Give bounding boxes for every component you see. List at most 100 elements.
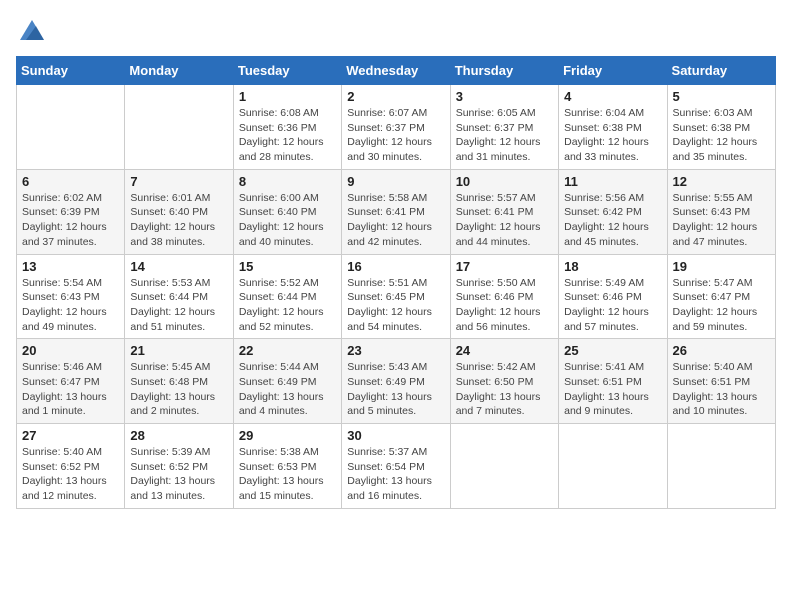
day-number: 23	[347, 343, 444, 358]
day-number: 21	[130, 343, 227, 358]
day-number: 22	[239, 343, 336, 358]
day-detail: Sunrise: 5:49 AM Sunset: 6:46 PM Dayligh…	[564, 276, 661, 335]
calendar-cell: 19 Sunrise: 5:47 AM Sunset: 6:47 PM Dayli…	[667, 254, 775, 339]
day-detail: Sunrise: 5:47 AM Sunset: 6:47 PM Dayligh…	[673, 276, 770, 335]
day-number: 28	[130, 428, 227, 443]
day-number: 9	[347, 174, 444, 189]
calendar-cell	[125, 85, 233, 170]
day-detail: Sunrise: 5:56 AM Sunset: 6:42 PM Dayligh…	[564, 191, 661, 250]
day-detail: Sunrise: 5:39 AM Sunset: 6:52 PM Dayligh…	[130, 445, 227, 504]
day-number: 1	[239, 89, 336, 104]
day-detail: Sunrise: 5:43 AM Sunset: 6:49 PM Dayligh…	[347, 360, 444, 419]
logo-icon	[18, 16, 46, 44]
calendar-cell	[17, 85, 125, 170]
calendar-cell: 11 Sunrise: 5:56 AM Sunset: 6:42 PM Dayli…	[559, 169, 667, 254]
day-detail: Sunrise: 5:55 AM Sunset: 6:43 PM Dayligh…	[673, 191, 770, 250]
calendar-cell: 9 Sunrise: 5:58 AM Sunset: 6:41 PM Daylig…	[342, 169, 450, 254]
calendar-cell: 7 Sunrise: 6:01 AM Sunset: 6:40 PM Daylig…	[125, 169, 233, 254]
day-number: 27	[22, 428, 119, 443]
calendar-cell: 29Sunrise: 5:38 AM Sunset: 6:53 PM Dayli…	[233, 424, 341, 509]
day-number: 7	[130, 174, 227, 189]
day-detail: Sunrise: 5:42 AM Sunset: 6:50 PM Dayligh…	[456, 360, 553, 419]
calendar-cell: 15 Sunrise: 5:52 AM Sunset: 6:44 PM Dayli…	[233, 254, 341, 339]
day-number: 14	[130, 259, 227, 274]
calendar-cell: 28 Sunrise: 5:39 AM Sunset: 6:52 PM Dayli…	[125, 424, 233, 509]
day-detail: Sunrise: 5:41 AM Sunset: 6:51 PM Dayligh…	[564, 360, 661, 419]
day-detail: Sunrise: 5:54 AM Sunset: 6:43 PM Dayligh…	[22, 276, 119, 335]
day-number: 29	[239, 428, 336, 443]
calendar-cell: 20Sunrise: 5:46 AM Sunset: 6:47 PM Dayli…	[17, 339, 125, 424]
calendar-cell: 22 Sunrise: 5:44 AM Sunset: 6:49 PM Dayli…	[233, 339, 341, 424]
day-number: 13	[22, 259, 119, 274]
day-number: 18	[564, 259, 661, 274]
calendar-cell: 26Sunrise: 5:40 AM Sunset: 6:51 PM Dayli…	[667, 339, 775, 424]
day-detail: Sunrise: 5:44 AM Sunset: 6:49 PM Dayligh…	[239, 360, 336, 419]
calendar-day-header: Tuesday	[233, 57, 341, 85]
calendar-table: SundayMondayTuesdayWednesdayThursdayFrid…	[16, 56, 776, 509]
day-detail: Sunrise: 5:50 AM Sunset: 6:46 PM Dayligh…	[456, 276, 553, 335]
calendar-day-header: Saturday	[667, 57, 775, 85]
day-number: 26	[673, 343, 770, 358]
calendar-cell: 14 Sunrise: 5:53 AM Sunset: 6:44 PM Dayli…	[125, 254, 233, 339]
day-number: 15	[239, 259, 336, 274]
calendar-week-row: 20Sunrise: 5:46 AM Sunset: 6:47 PM Dayli…	[17, 339, 776, 424]
day-detail: Sunrise: 6:08 AM Sunset: 6:36 PM Dayligh…	[239, 106, 336, 165]
day-number: 8	[239, 174, 336, 189]
day-number: 11	[564, 174, 661, 189]
calendar-cell: 24 Sunrise: 5:42 AM Sunset: 6:50 PM Dayli…	[450, 339, 558, 424]
calendar-cell: 1 Sunrise: 6:08 AM Sunset: 6:36 PM Daylig…	[233, 85, 341, 170]
calendar-cell: 3Sunrise: 6:05 AM Sunset: 6:37 PM Daylig…	[450, 85, 558, 170]
day-number: 10	[456, 174, 553, 189]
calendar-cell	[450, 424, 558, 509]
day-number: 25	[564, 343, 661, 358]
day-detail: Sunrise: 5:51 AM Sunset: 6:45 PM Dayligh…	[347, 276, 444, 335]
day-detail: Sunrise: 5:53 AM Sunset: 6:44 PM Dayligh…	[130, 276, 227, 335]
calendar-header-row: SundayMondayTuesdayWednesdayThursdayFrid…	[17, 57, 776, 85]
calendar-cell: 8 Sunrise: 6:00 AM Sunset: 6:40 PM Daylig…	[233, 169, 341, 254]
calendar-cell: 4 Sunrise: 6:04 AM Sunset: 6:38 PM Daylig…	[559, 85, 667, 170]
calendar-cell: 17Sunrise: 5:50 AM Sunset: 6:46 PM Dayli…	[450, 254, 558, 339]
day-detail: Sunrise: 6:03 AM Sunset: 6:38 PM Dayligh…	[673, 106, 770, 165]
day-number: 5	[673, 89, 770, 104]
day-detail: Sunrise: 6:02 AM Sunset: 6:39 PM Dayligh…	[22, 191, 119, 250]
calendar-cell: 30 Sunrise: 5:37 AM Sunset: 6:54 PM Dayli…	[342, 424, 450, 509]
day-detail: Sunrise: 5:37 AM Sunset: 6:54 PM Dayligh…	[347, 445, 444, 504]
calendar-day-header: Wednesday	[342, 57, 450, 85]
calendar-day-header: Sunday	[17, 57, 125, 85]
calendar-week-row: 6 Sunrise: 6:02 AM Sunset: 6:39 PM Daylig…	[17, 169, 776, 254]
day-number: 30	[347, 428, 444, 443]
day-detail: Sunrise: 5:58 AM Sunset: 6:41 PM Dayligh…	[347, 191, 444, 250]
day-number: 4	[564, 89, 661, 104]
calendar-cell: 13 Sunrise: 5:54 AM Sunset: 6:43 PM Dayli…	[17, 254, 125, 339]
calendar-cell: 5 Sunrise: 6:03 AM Sunset: 6:38 PM Daylig…	[667, 85, 775, 170]
calendar-day-header: Thursday	[450, 57, 558, 85]
day-number: 24	[456, 343, 553, 358]
calendar-cell: 27 Sunrise: 5:40 AM Sunset: 6:52 PM Dayli…	[17, 424, 125, 509]
day-detail: Sunrise: 5:52 AM Sunset: 6:44 PM Dayligh…	[239, 276, 336, 335]
day-detail: Sunrise: 6:05 AM Sunset: 6:37 PM Dayligh…	[456, 106, 553, 165]
calendar-week-row: 1 Sunrise: 6:08 AM Sunset: 6:36 PM Daylig…	[17, 85, 776, 170]
day-detail: Sunrise: 6:04 AM Sunset: 6:38 PM Dayligh…	[564, 106, 661, 165]
calendar-cell: 16 Sunrise: 5:51 AM Sunset: 6:45 PM Dayli…	[342, 254, 450, 339]
calendar-cell: 6 Sunrise: 6:02 AM Sunset: 6:39 PM Daylig…	[17, 169, 125, 254]
page-header	[16, 16, 776, 44]
calendar-cell: 12Sunrise: 5:55 AM Sunset: 6:43 PM Dayli…	[667, 169, 775, 254]
day-detail: Sunrise: 5:46 AM Sunset: 6:47 PM Dayligh…	[22, 360, 119, 419]
day-number: 2	[347, 89, 444, 104]
calendar-cell	[559, 424, 667, 509]
calendar-day-header: Friday	[559, 57, 667, 85]
day-number: 6	[22, 174, 119, 189]
day-number: 19	[673, 259, 770, 274]
day-number: 16	[347, 259, 444, 274]
calendar-cell: 2Sunrise: 6:07 AM Sunset: 6:37 PM Daylig…	[342, 85, 450, 170]
calendar-week-row: 27 Sunrise: 5:40 AM Sunset: 6:52 PM Dayli…	[17, 424, 776, 509]
day-detail: Sunrise: 5:57 AM Sunset: 6:41 PM Dayligh…	[456, 191, 553, 250]
calendar-cell: 18 Sunrise: 5:49 AM Sunset: 6:46 PM Dayli…	[559, 254, 667, 339]
calendar-week-row: 13 Sunrise: 5:54 AM Sunset: 6:43 PM Dayli…	[17, 254, 776, 339]
logo	[16, 16, 46, 44]
day-detail: Sunrise: 5:40 AM Sunset: 6:52 PM Dayligh…	[22, 445, 119, 504]
day-detail: Sunrise: 6:00 AM Sunset: 6:40 PM Dayligh…	[239, 191, 336, 250]
calendar-cell: 10 Sunrise: 5:57 AM Sunset: 6:41 PM Dayli…	[450, 169, 558, 254]
day-detail: Sunrise: 6:01 AM Sunset: 6:40 PM Dayligh…	[130, 191, 227, 250]
day-detail: Sunrise: 5:45 AM Sunset: 6:48 PM Dayligh…	[130, 360, 227, 419]
